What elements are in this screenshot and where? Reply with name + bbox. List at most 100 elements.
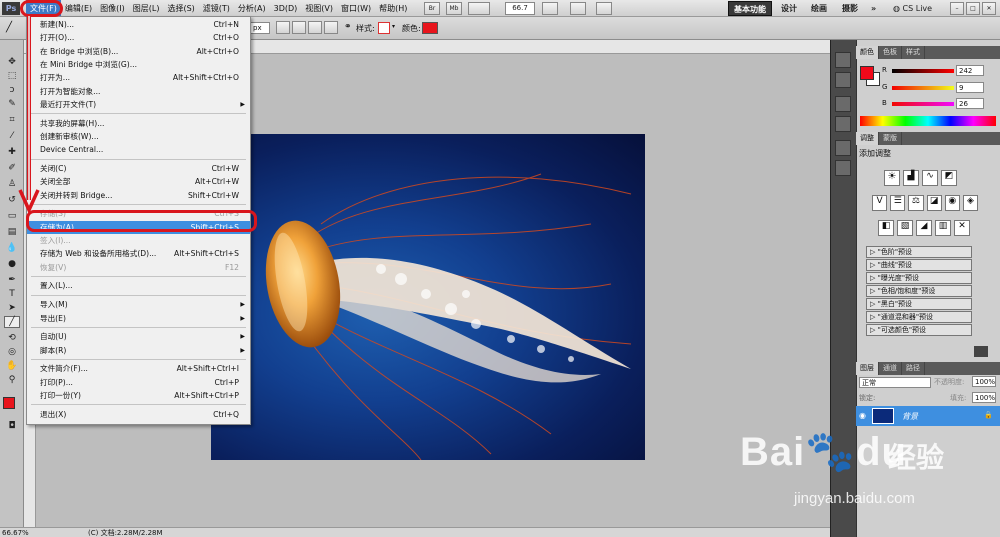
file-menu-item-11[interactable]: 关闭全部 Alt+Ctrl+W <box>27 175 250 188</box>
preset-exposure[interactable]: ▷ "曝光度"预设 <box>866 272 972 284</box>
brush-panel-icon[interactable] <box>835 140 851 156</box>
exposure-icon[interactable]: ◩ <box>941 170 957 186</box>
preset-black-white[interactable]: ▷ "黑白"预设 <box>866 298 972 310</box>
channel-mixer-icon[interactable]: ◈ <box>962 195 979 211</box>
arrange-documents-button[interactable] <box>570 2 586 15</box>
3d-rotate-tool-icon[interactable]: ⟲ <box>4 332 20 344</box>
levels-icon[interactable]: ▟ <box>903 170 919 186</box>
file-menu-item-24[interactable]: 打印(P)... Ctrl+P <box>27 376 250 389</box>
history-panel-icon[interactable] <box>835 52 851 68</box>
menu-edit[interactable]: 编辑(E) <box>61 0 96 17</box>
eye-icon[interactable]: ◉ <box>859 411 866 420</box>
shape-mode-button-1[interactable] <box>276 21 290 34</box>
cs-live-button[interactable]: ◍ CS Live <box>888 1 937 16</box>
blur-tool-icon[interactable]: 💧 <box>4 242 20 254</box>
quick-mask-icon[interactable]: ◘ <box>4 420 20 432</box>
adjustment-panel-menu-icon[interactable] <box>974 346 988 357</box>
vibrance-icon[interactable]: V <box>872 195 888 211</box>
menu-help[interactable]: 帮助(H) <box>375 0 411 17</box>
file-menu-item-10[interactable]: 关闭(C) Ctrl+W <box>27 162 250 175</box>
file-menu-item-6[interactable]: 最近打开文件(T) ▶ <box>27 98 250 111</box>
color-balance-icon[interactable]: ⚖ <box>908 195 924 211</box>
clone-source-panel-icon[interactable] <box>835 160 851 176</box>
photo-filter-icon[interactable]: ◉ <box>944 195 960 211</box>
file-menu-item-25[interactable]: 打印一份(Y) Alt+Shift+Ctrl+P <box>27 389 250 402</box>
character-panel-icon[interactable] <box>835 96 851 112</box>
invert-icon[interactable]: ◧ <box>878 220 894 236</box>
size-field[interactable]: px <box>250 22 270 34</box>
posterize-icon[interactable]: ▧ <box>897 220 913 236</box>
tab-swatches[interactable]: 色板 <box>879 46 902 59</box>
preset-channel-mixer[interactable]: ▷ "通道混和器"预设 <box>866 311 972 323</box>
red-value[interactable]: 242 <box>956 65 984 76</box>
preset-curves[interactable]: ▷ "曲线"预设 <box>866 259 972 271</box>
type-tool-icon[interactable]: T <box>4 288 20 300</box>
gradient-map-icon[interactable]: ▥ <box>935 220 951 236</box>
zoom-level-field[interactable]: 66.7 <box>505 2 535 15</box>
workspace-design[interactable]: 设计 <box>776 1 802 16</box>
actions-panel-icon[interactable] <box>835 72 851 88</box>
shape-mode-button-2[interactable] <box>292 21 306 34</box>
preset-levels[interactable]: ▷ "色阶"预设 <box>866 246 972 258</box>
blue-slider[interactable] <box>892 102 954 106</box>
shape-mode-button-3[interactable] <box>308 21 322 34</box>
file-menu-item-5[interactable]: 打开为智能对象... <box>27 85 250 98</box>
document-canvas[interactable] <box>211 134 645 460</box>
threshold-icon[interactable]: ◢ <box>916 220 932 236</box>
tab-adjustments[interactable]: 调整 <box>856 132 879 145</box>
maximize-button[interactable]: □ <box>966 2 980 15</box>
file-menu-item-23[interactable]: 文件简介(F)... Alt+Shift+Ctrl+I <box>27 362 250 375</box>
tab-masks[interactable]: 蒙版 <box>879 132 902 145</box>
tab-channels[interactable]: 通道 <box>879 362 902 375</box>
color-spectrum-bar[interactable] <box>860 116 996 126</box>
workspace-painting[interactable]: 绘画 <box>806 1 832 16</box>
line-tool-icon[interactable]: ╱ <box>4 316 20 328</box>
chevron-down-icon[interactable]: ▾ <box>392 23 395 30</box>
zoom-tool-icon[interactable]: ⚲ <box>4 374 20 386</box>
blend-mode-select[interactable]: 正常 <box>859 377 931 388</box>
menu-layer[interactable]: 图层(L) <box>129 0 164 17</box>
color-swatch[interactable] <box>422 22 438 34</box>
style-swatch[interactable] <box>378 22 390 34</box>
layer-row-background[interactable]: ◉ 背景 🔒 <box>856 406 1000 426</box>
hue-saturation-icon[interactable]: ☰ <box>890 195 906 211</box>
fill-field[interactable]: 100% <box>972 392 996 403</box>
menu-3d[interactable]: 3D(D) <box>270 0 302 17</box>
3d-orbit-tool-icon[interactable]: ◎ <box>4 346 20 358</box>
gradient-tool-icon[interactable]: ▤ <box>4 226 20 238</box>
menu-select[interactable]: 选择(S) <box>163 0 198 17</box>
file-menu-item-9[interactable]: Device Central... <box>27 143 250 156</box>
shape-mode-button-4[interactable] <box>324 21 338 34</box>
file-menu-item-20[interactable]: 导出(E) ▶ <box>27 312 250 325</box>
hand-tool-icon[interactable]: ✋ <box>4 360 20 372</box>
workspace-photography[interactable]: 摄影 <box>837 1 863 16</box>
dodge-tool-icon[interactable]: ● <box>4 258 20 270</box>
tab-color[interactable]: 颜色 <box>856 46 879 59</box>
file-menu-item-22[interactable]: 脚本(R) ▶ <box>27 344 250 357</box>
tab-paths[interactable]: 路径 <box>902 362 925 375</box>
file-menu-item-2[interactable]: 在 Bridge 中浏览(B)... Alt+Ctrl+O <box>27 45 250 58</box>
black-white-icon[interactable]: ◪ <box>926 195 942 211</box>
preset-hue-saturation[interactable]: ▷ "色相/饱和度"预设 <box>866 285 972 297</box>
foreground-color-swatch[interactable] <box>3 397 15 409</box>
file-menu-item-4[interactable]: 打开为... Alt+Shift+Ctrl+O <box>27 71 250 84</box>
file-menu-item-19[interactable]: 导入(M) ▶ <box>27 298 250 311</box>
red-slider[interactable] <box>892 69 954 73</box>
file-menu-item-1[interactable]: 打开(O)... Ctrl+O <box>27 31 250 44</box>
file-menu-item-3[interactable]: 在 Mini Bridge 中浏览(G)... <box>27 58 250 71</box>
menu-filter[interactable]: 滤镜(T) <box>199 0 234 17</box>
tab-layers[interactable]: 图层 <box>856 362 879 375</box>
file-menu-item-0[interactable]: 新建(N)... Ctrl+N <box>27 18 250 31</box>
menu-view[interactable]: 视图(V) <box>301 0 337 17</box>
blue-value[interactable]: 26 <box>956 98 984 109</box>
screen-mode-button[interactable] <box>596 2 612 15</box>
tab-styles[interactable]: 样式 <box>902 46 925 59</box>
menu-analysis[interactable]: 分析(A) <box>234 0 270 17</box>
minimize-button[interactable]: – <box>950 2 964 15</box>
file-menu-item-18[interactable]: 置入(L)... <box>27 279 250 292</box>
pen-tool-icon[interactable]: ✒ <box>4 274 20 286</box>
green-slider[interactable] <box>892 86 954 90</box>
opacity-field[interactable]: 100% <box>972 376 996 387</box>
file-menu-item-16[interactable]: 存储为 Web 和设备所用格式(D)... Alt+Shift+Ctrl+S <box>27 247 250 260</box>
more-workspaces-button[interactable]: » <box>866 1 881 16</box>
